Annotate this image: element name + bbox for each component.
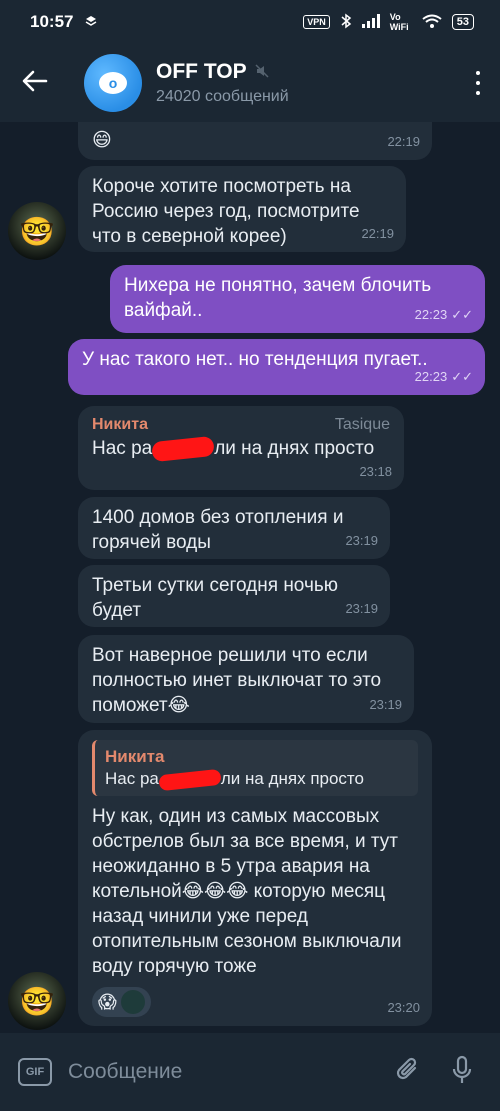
status-bar: 10:57 VPN Vo WiFi 53 (0, 0, 500, 44)
layers-icon (85, 12, 97, 32)
message-time: 23:19 (345, 601, 378, 616)
attach-button[interactable] (388, 1052, 428, 1092)
chat-area[interactable]: 😄 22:19 Короче хотите посмотреть на Росс… (0, 122, 500, 1033)
double-check-icon: ✓✓ (451, 307, 473, 322)
message-bubble[interactable]: Нихера не понятно, зачем блочить вайфай.… (110, 265, 485, 333)
bluetooth-icon (340, 13, 352, 32)
user-avatar[interactable]: 🤓 (8, 972, 66, 1030)
redaction-mark (151, 435, 216, 463)
back-button[interactable] (0, 44, 70, 122)
more-menu-icon[interactable] (456, 71, 500, 95)
message-time: 22:19 (361, 226, 394, 241)
message-text: У нас такого нет.. но тенденция пугает.. (82, 349, 428, 370)
channel-info[interactable]: OFF TOP 24020 сообщений (156, 60, 456, 106)
message-input-bar: GIF Сообщение (0, 1033, 500, 1111)
paperclip-icon (395, 1056, 421, 1089)
reaction-emoji: 😱 (98, 991, 117, 1012)
message-time: 23:20 (387, 1000, 420, 1015)
sender-tag: Tasique (334, 416, 390, 433)
channel-avatar-letter: o (99, 72, 127, 94)
channel-title: OFF TOP (156, 60, 247, 83)
message-time: 23:19 (345, 533, 378, 548)
chat-header: o OFF TOP 24020 сообщений (0, 44, 500, 122)
reply-preview[interactable]: Никита Нас ра ли на днях просто (92, 740, 418, 796)
channel-avatar[interactable]: o (84, 54, 142, 112)
message-text: 😄 (92, 130, 112, 151)
message-bubble[interactable]: 😄 22:19 (78, 122, 432, 160)
message-bubble[interactable]: Вот наверное решили что если полностью и… (78, 635, 414, 723)
wifi-icon (422, 14, 442, 31)
message-bubble[interactable]: 1400 домов без отопления и горячей воды … (78, 497, 390, 559)
message-text: Вот наверное решили что если полностью и… (92, 645, 382, 716)
signal-icon (361, 13, 380, 31)
message-bubble[interactable]: Никита Tasique Нас ра ли на днях просто 2… (78, 406, 404, 490)
vowifi-label: Vo WiFi (389, 12, 409, 32)
reaction-chip[interactable]: 😱 (92, 987, 151, 1017)
message-text: Короче хотите посмотреть на Россию через… (92, 176, 360, 247)
message-text: Третьи сутки сегодня ночью будет (92, 575, 339, 621)
status-time: 10:57 (30, 12, 74, 31)
message-count: 24020 сообщений (156, 88, 289, 105)
message-text: Ну как, один из самых массовых обстрелов… (92, 806, 402, 977)
reply-sender: Никита (105, 747, 165, 766)
reply-text: Нас ра ли на днях просто (105, 768, 408, 791)
vpn-icon: VPN (303, 15, 330, 29)
reactions: 😱 (92, 987, 418, 1017)
message-time: 22:19 (387, 134, 420, 149)
message-time: 23:18 (359, 464, 392, 479)
message-text: 1400 домов без отопления и горячей воды (92, 507, 344, 553)
battery-icon: 53 (451, 14, 474, 30)
arrow-left-icon (22, 70, 48, 97)
microphone-icon (451, 1055, 473, 1090)
sender-name[interactable]: Никита (92, 414, 148, 436)
muted-icon (255, 60, 269, 84)
gif-button[interactable]: GIF (18, 1058, 52, 1086)
user-avatar[interactable]: 🤓 (8, 202, 66, 260)
message-bubble[interactable]: Никита Нас ра ли на днях просто Ну как, о… (78, 730, 432, 1026)
message-bubble[interactable]: Короче хотите посмотреть на Россию через… (78, 166, 406, 252)
message-bubble[interactable]: У нас такого нет.. но тенденция пугает..… (68, 339, 485, 395)
reaction-user-avatar (120, 990, 145, 1014)
voice-button[interactable] (442, 1052, 482, 1092)
double-check-icon: ✓✓ (451, 369, 473, 384)
message-bubble[interactable]: Третьи сутки сегодня ночью будет 23:19 (78, 565, 390, 627)
message-time: 23:19 (369, 697, 402, 712)
redaction-mark (158, 768, 222, 791)
message-time: 22:23 ✓✓ (415, 364, 473, 389)
message-text: Нас ра ли на днях просто (92, 435, 390, 463)
message-text: Нихера не понятно, зачем блочить вайфай.… (124, 275, 432, 321)
message-time: 22:23 ✓✓ (415, 302, 473, 327)
message-input[interactable]: Сообщение (68, 1060, 374, 1084)
